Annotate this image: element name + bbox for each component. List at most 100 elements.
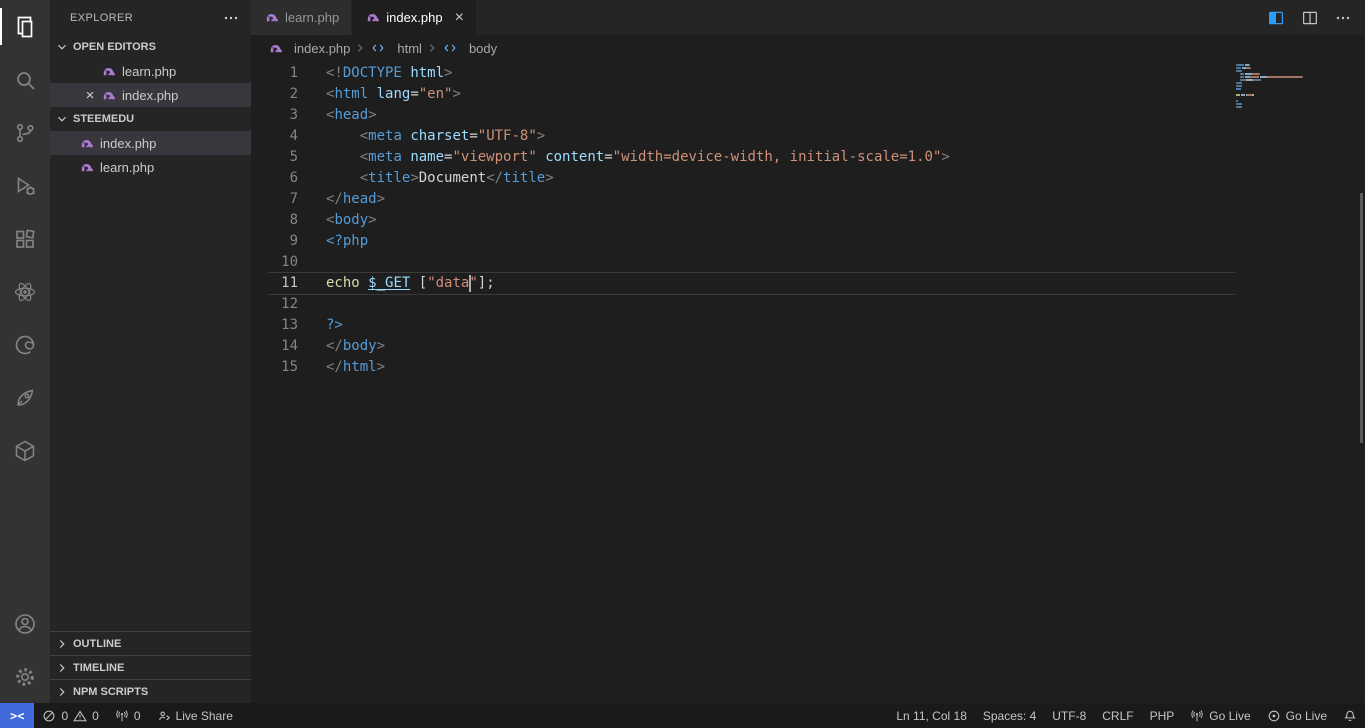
indentation-status[interactable]: Spaces: 4 xyxy=(975,703,1044,728)
code-line[interactable] xyxy=(326,252,1230,273)
file-tree-learn-php[interactable]: learn.php xyxy=(50,155,251,179)
file-label: index.php xyxy=(122,87,179,103)
code-line[interactable]: <meta name="viewport" content="width=dev… xyxy=(326,147,1230,168)
php-icon xyxy=(100,87,116,103)
line-number[interactable]: 6 xyxy=(251,168,298,189)
line-number[interactable]: 11 xyxy=(251,273,298,294)
remote-indicator[interactable]: >< xyxy=(0,703,35,728)
line-number[interactable]: 12 xyxy=(251,294,298,315)
php-icon xyxy=(267,40,283,56)
line-number[interactable]: 4 xyxy=(251,126,298,147)
code-editor[interactable]: 1 2 3 4 5 6 7 8 9 10 11 12 13 14 15 <!DOCTYPE html> <ht… xyxy=(251,61,1365,703)
panel-npm-scripts[interactable]: NPM SCRIPTS xyxy=(50,679,251,703)
cursor-position-label: Ln 11, Col 18 xyxy=(896,708,967,723)
activitybar-source-control[interactable] xyxy=(0,106,50,159)
breadcrumb-body[interactable]: body xyxy=(442,40,497,56)
scrollbar[interactable] xyxy=(1360,193,1363,443)
error-icon xyxy=(42,709,56,723)
activitybar-atom-extension[interactable] xyxy=(0,265,50,318)
split-editor-icon[interactable] xyxy=(1301,9,1319,27)
record-circle-icon xyxy=(1267,709,1281,723)
activitybar-extensions[interactable] xyxy=(0,212,50,265)
line-number[interactable]: 7 xyxy=(251,189,298,210)
minimap-content xyxy=(1236,64,1351,108)
code-line[interactable]: <!DOCTYPE html> xyxy=(326,63,1230,84)
code-line[interactable] xyxy=(326,294,1230,315)
line-number[interactable]: 9 xyxy=(251,231,298,252)
ports-status[interactable]: 0 xyxy=(107,703,149,728)
file-label: index.php xyxy=(100,135,157,151)
activitybar-explorer[interactable] xyxy=(0,0,50,53)
open-editor-index-php[interactable]: × index.php xyxy=(50,83,251,107)
problems-status[interactable]: 0 0 xyxy=(34,703,106,728)
encoding-status[interactable]: UTF-8 xyxy=(1044,703,1094,728)
warning-icon xyxy=(73,709,87,723)
breadcrumb-label: body xyxy=(468,40,498,56)
open-preview-icon[interactable] xyxy=(1267,9,1285,27)
chevron-down-icon xyxy=(54,111,70,127)
line-number[interactable]: 5 xyxy=(251,147,298,168)
more-actions-icon[interactable] xyxy=(1335,10,1351,26)
go-live-button[interactable]: Go Live xyxy=(1182,703,1258,728)
activitybar-container-extension[interactable] xyxy=(0,424,50,477)
code-line[interactable]: <meta charset="UTF-8"> xyxy=(326,126,1230,147)
php-icon xyxy=(78,135,94,151)
code-line[interactable]: <head> xyxy=(326,105,1230,126)
language-mode[interactable]: PHP xyxy=(1142,703,1183,728)
tab-label: learn.php xyxy=(285,10,340,25)
activitybar-accounts[interactable] xyxy=(0,597,50,650)
breadcrumb-file[interactable]: index.php xyxy=(267,40,350,56)
go-live-2-button[interactable]: Go Live xyxy=(1259,703,1335,728)
tab-learn-php[interactable]: learn.php xyxy=(251,0,353,35)
file-tree-index-php[interactable]: index.php xyxy=(50,131,251,155)
language-label: PHP xyxy=(1149,708,1175,723)
line-number[interactable]: 14 xyxy=(251,336,298,357)
open-editors-header[interactable]: OPEN EDITORS xyxy=(50,35,251,59)
activitybar-edge-devtools[interactable] xyxy=(0,318,50,371)
open-editor-learn-php[interactable]: learn.php xyxy=(50,59,251,83)
line-number[interactable]: 2 xyxy=(251,84,298,105)
warning-count: 0 xyxy=(92,708,99,723)
code-line[interactable]: </body> xyxy=(326,336,1230,357)
line-number[interactable]: 8 xyxy=(251,210,298,231)
code-line[interactable]: <html lang="en"> xyxy=(326,84,1230,105)
tab-index-php[interactable]: index.php × xyxy=(352,0,477,35)
minimap[interactable] xyxy=(1236,64,1351,109)
bell-icon xyxy=(1343,709,1357,723)
live-share-button[interactable]: Live Share xyxy=(149,703,241,728)
code-line[interactable]: </head> xyxy=(326,189,1230,210)
indentation-label: Spaces: 4 xyxy=(982,708,1037,723)
eol-status[interactable]: CRLF xyxy=(1094,703,1141,728)
code-line[interactable]: echo $_GET ["data"]; xyxy=(268,272,1235,295)
panel-outline[interactable]: OUTLINE xyxy=(50,631,251,655)
notifications-bell[interactable] xyxy=(1335,703,1365,728)
close-icon[interactable]: × xyxy=(80,88,100,103)
activitybar-rocket-extension[interactable] xyxy=(0,371,50,424)
breadcrumb-html[interactable]: html xyxy=(370,40,422,56)
activitybar-settings[interactable] xyxy=(0,650,50,703)
code-line[interactable]: ?> xyxy=(326,315,1230,336)
line-number[interactable]: 13 xyxy=(251,315,298,336)
rocket-icon xyxy=(13,386,37,410)
activitybar-run-debug[interactable] xyxy=(0,159,50,212)
line-number[interactable]: 10 xyxy=(251,252,298,273)
ports-count: 0 xyxy=(133,708,141,723)
file-label: learn.php xyxy=(100,159,155,175)
go-live-label: Go Live xyxy=(1285,708,1327,723)
code-line[interactable]: <body> xyxy=(326,210,1230,231)
close-icon[interactable]: × xyxy=(455,9,464,26)
symbol-tag-icon xyxy=(370,40,386,56)
tab-bar: learn.php index.php × xyxy=(251,0,1365,35)
code-line[interactable]: <?php xyxy=(326,231,1230,252)
go-live-label: Go Live xyxy=(1209,708,1251,723)
line-number[interactable]: 1 xyxy=(251,63,298,84)
line-number[interactable]: 15 xyxy=(251,357,298,378)
activitybar-search[interactable] xyxy=(0,53,50,106)
code-line[interactable]: </html> xyxy=(326,357,1230,378)
code-line[interactable]: <title>Document</title> xyxy=(326,168,1230,189)
explorer-more-actions-icon[interactable] xyxy=(223,10,239,26)
cursor-position[interactable]: Ln 11, Col 18 xyxy=(888,703,975,728)
folder-section-header[interactable]: STEEMEDU xyxy=(50,107,251,131)
panel-timeline[interactable]: TIMELINE xyxy=(50,655,251,679)
line-number[interactable]: 3 xyxy=(251,105,298,126)
